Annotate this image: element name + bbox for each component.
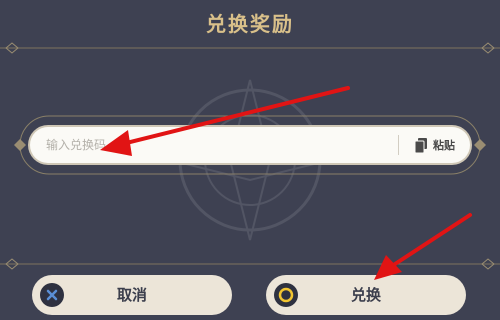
top-divider bbox=[0, 40, 500, 54]
bottom-divider bbox=[0, 256, 500, 270]
confirm-button[interactable]: 兑换 bbox=[266, 275, 466, 315]
cancel-label: 取消 bbox=[116, 286, 147, 304]
paste-icon bbox=[415, 137, 427, 153]
code-input-box: 粘贴 bbox=[30, 127, 470, 163]
confirm-label: 兑换 bbox=[350, 286, 381, 304]
cancel-button[interactable]: 取消 bbox=[32, 275, 232, 315]
paste-separator bbox=[398, 135, 399, 155]
dialog-title: 兑换奖励 bbox=[206, 12, 294, 36]
paste-label: 粘贴 bbox=[433, 139, 455, 152]
code-input[interactable] bbox=[46, 127, 396, 163]
redeem-dialog: 兑换奖励 粘贴 bbox=[0, 0, 500, 320]
paste-button[interactable]: 粘贴 bbox=[406, 127, 464, 163]
